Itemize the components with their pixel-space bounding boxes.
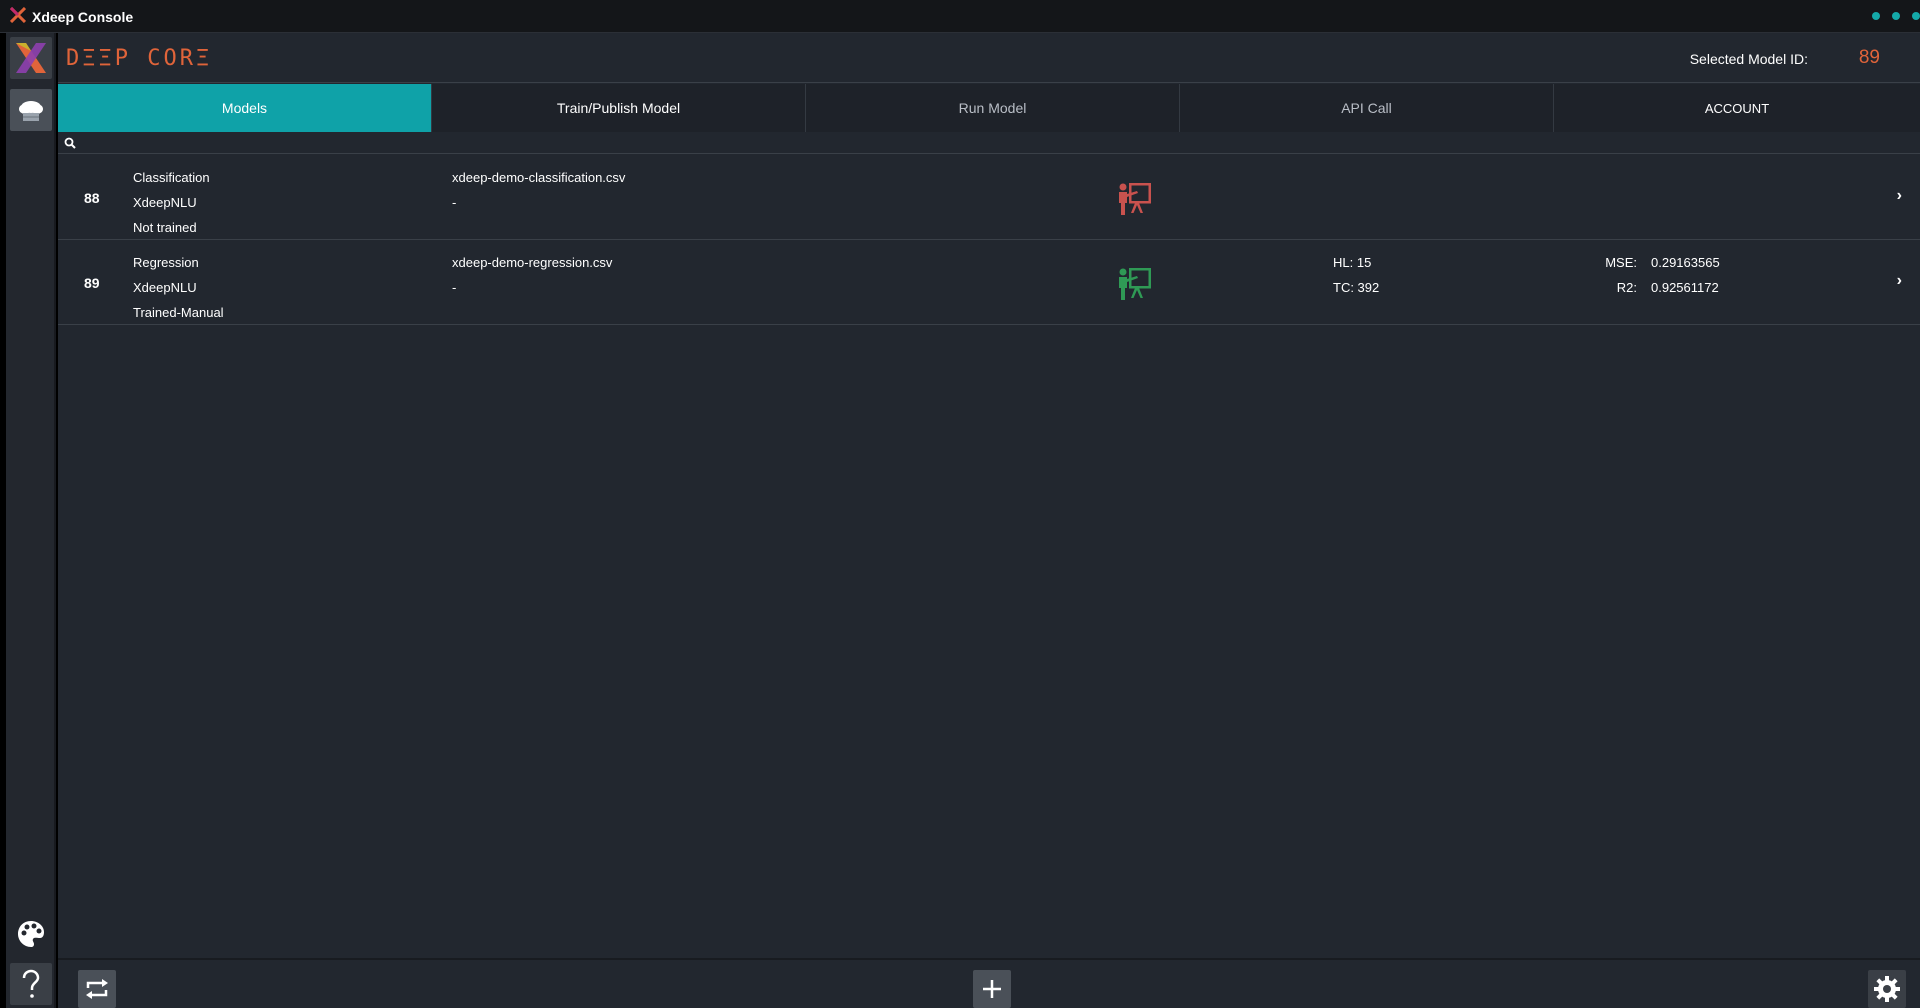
- model-engine: XdeepNLU: [133, 280, 197, 295]
- footer-toolbar: [58, 958, 1920, 1008]
- model-type: Regression: [133, 255, 199, 270]
- tab-run-model[interactable]: Run Model: [806, 84, 1180, 132]
- settings-button[interactable]: [1868, 970, 1906, 1008]
- model-type: Classification: [133, 170, 210, 185]
- mse-label: MSE:: [1605, 255, 1637, 270]
- model-row[interactable]: 88 Classification XdeepNLU Not trained x…: [58, 155, 1920, 240]
- model-info: Regression XdeepNLU Trained-Manual: [133, 250, 224, 325]
- window-title: Xdeep Console: [32, 9, 134, 25]
- close-button[interactable]: [1912, 12, 1920, 20]
- model-metrics: [1589, 165, 1651, 215]
- search-icon: [64, 137, 76, 149]
- model-status: Trained-Manual: [133, 305, 224, 320]
- chevron-right-icon[interactable]: ›: [1897, 187, 1902, 205]
- tab-train-publish-model[interactable]: Train/Publish Model: [432, 84, 806, 132]
- app-logo-icon: [10, 7, 26, 23]
- model-status: Not trained: [133, 220, 197, 235]
- tab-api-call[interactable]: API Call: [1180, 84, 1554, 132]
- plus-icon: [983, 980, 1001, 998]
- window-controls: [1872, 12, 1920, 20]
- model-dataset: xdeep-demo-classification.csv -: [452, 165, 625, 215]
- theme-palette-button[interactable]: [10, 913, 52, 955]
- brand-wordmark: DΞΞP CORΞ: [66, 46, 213, 71]
- hl-value: HL: 15: [1333, 255, 1372, 270]
- header: DΞΞP CORΞ Selected Model ID: 89: [58, 33, 1920, 83]
- r2-label: R2:: [1616, 280, 1637, 295]
- xdeep-logo-icon: [16, 43, 46, 73]
- mse-value: 0.29163565: [1651, 255, 1720, 270]
- model-row[interactable]: 89 Regression XdeepNLU Trained-Manual xd…: [58, 240, 1920, 325]
- model-hyperparams: HL: 15 TC: 392: [1333, 250, 1379, 300]
- title-bar: Xdeep Console: [0, 0, 1920, 33]
- maximize-button[interactable]: [1892, 12, 1900, 20]
- cloud-storage-button[interactable]: [10, 89, 52, 131]
- main-panel: DΞΞP CORΞ Selected Model ID: 89 Models T…: [58, 33, 1920, 1008]
- palette-icon: [18, 921, 44, 947]
- model-dataset: xdeep-demo-regression.csv -: [452, 250, 612, 300]
- selected-model-id: 89: [1858, 47, 1880, 68]
- search-bar: [58, 133, 1920, 154]
- dataset-note: -: [452, 280, 457, 295]
- model-id: 88: [84, 190, 100, 206]
- model-info: Classification XdeepNLU Not trained: [133, 165, 210, 240]
- cloud-icon: [19, 101, 43, 121]
- dataset-file: xdeep-demo-classification.csv: [452, 170, 626, 185]
- left-sidebar: [6, 33, 56, 1008]
- help-button[interactable]: [10, 963, 52, 1005]
- minimize-button[interactable]: [1872, 12, 1880, 20]
- add-model-button[interactable]: [973, 970, 1011, 1008]
- gear-icon: [1874, 976, 1900, 1002]
- dataset-file: xdeep-demo-regression.csv: [452, 255, 613, 270]
- dataset-note: -: [452, 195, 457, 210]
- question-mark-icon: [22, 969, 40, 998]
- tab-bar: Models Train/Publish Model Run Model API…: [58, 84, 1920, 132]
- model-metrics: MSE: 0.29163565 R2: 0.92561172: [1589, 250, 1720, 300]
- search-input[interactable]: [80, 133, 1910, 153]
- model-engine: XdeepNLU: [133, 195, 197, 210]
- xdeep-logo-button[interactable]: [10, 37, 52, 79]
- presentation-icon: [1119, 183, 1151, 215]
- tc-value: TC: 392: [1333, 280, 1380, 295]
- refresh-icon: [86, 979, 108, 999]
- presentation-icon: [1119, 268, 1151, 300]
- models-list: 88 Classification XdeepNLU Not trained x…: [58, 155, 1920, 325]
- refresh-button[interactable]: [78, 970, 116, 1008]
- selected-model-label: Selected Model ID:: [1689, 51, 1808, 67]
- chevron-right-icon[interactable]: ›: [1897, 272, 1902, 290]
- tab-models[interactable]: Models: [58, 84, 432, 132]
- tab-account[interactable]: ACCOUNT: [1554, 84, 1920, 132]
- r2-value: 0.92561172: [1651, 280, 1719, 295]
- model-id: 89: [84, 275, 100, 291]
